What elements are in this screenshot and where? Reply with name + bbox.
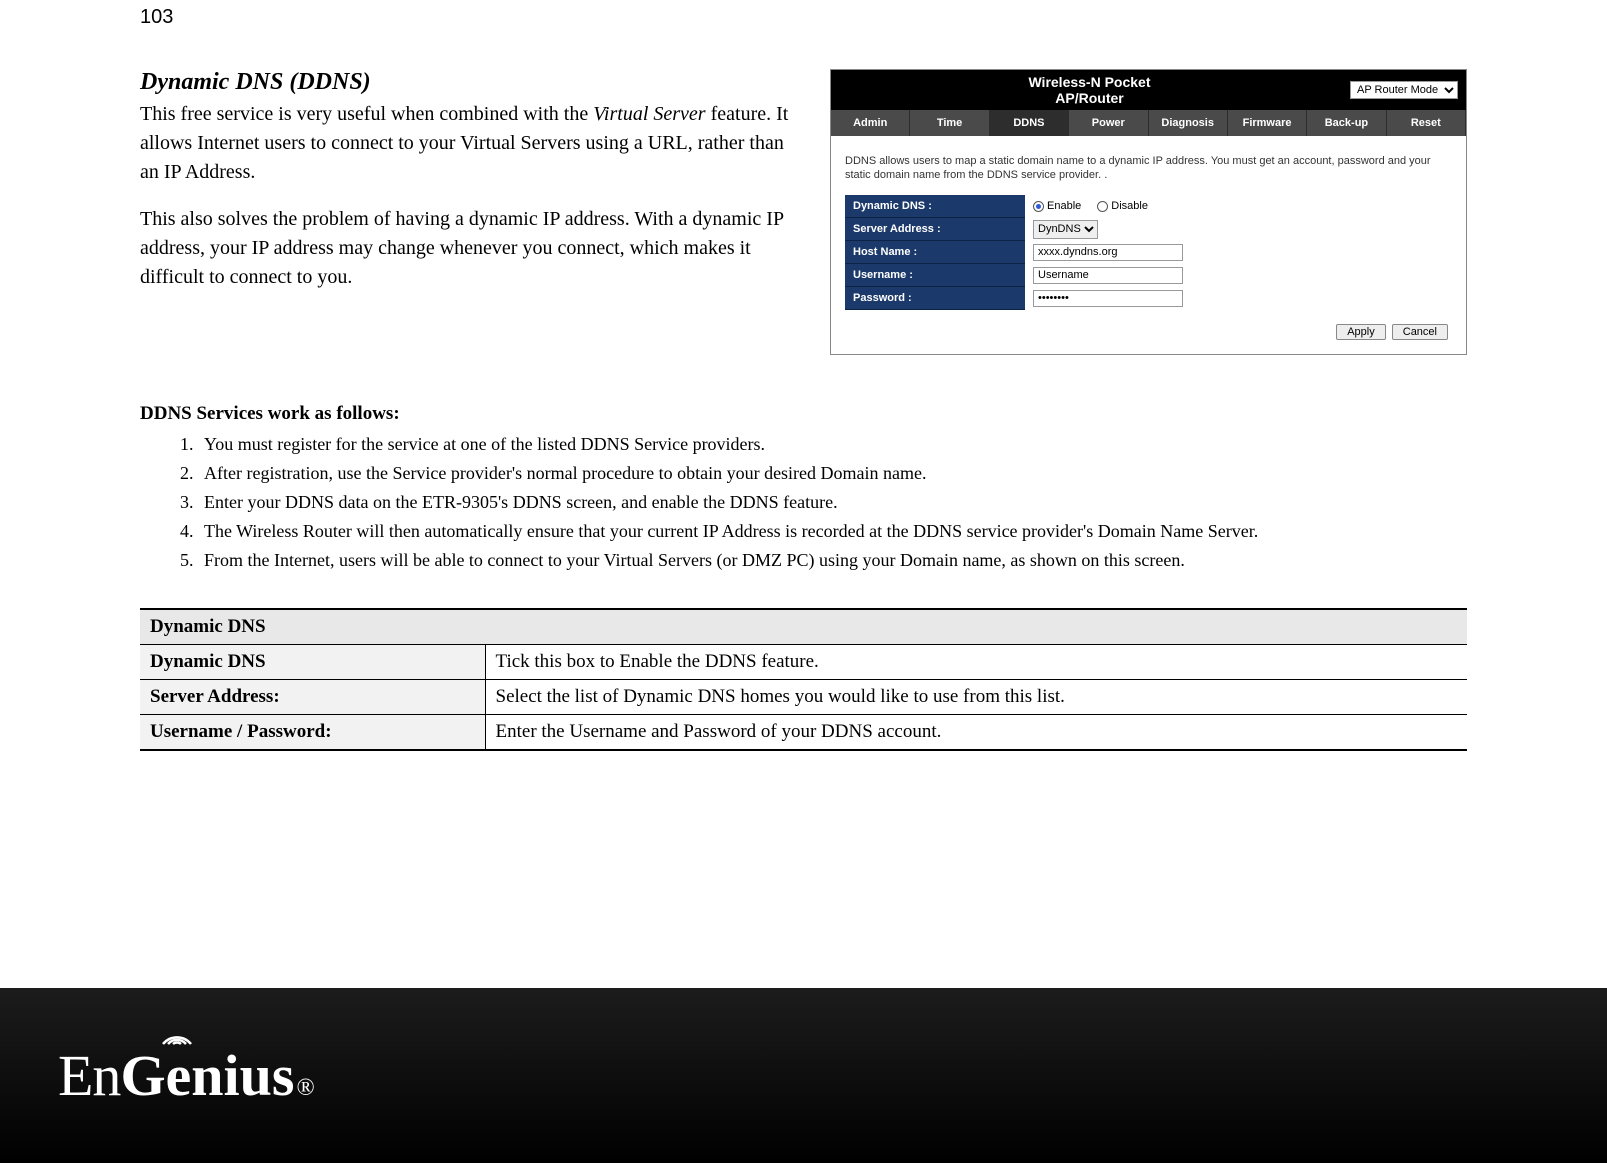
list-item: Enter your DDNS data on the ETR-9305's D… — [198, 489, 1467, 516]
settings-value: Tick this box to Enable the DDNS feature… — [485, 644, 1467, 679]
label-server: Server Address : — [845, 218, 1025, 241]
cancel-button[interactable]: Cancel — [1392, 324, 1448, 340]
router-title: Wireless-N Pocket AP/Router — [1009, 74, 1169, 106]
radio-enable-label: Enable — [1047, 200, 1081, 212]
router-desc: DDNS allows users to map a static domain… — [845, 154, 1452, 183]
row-ddns: Dynamic DNS : Enable Disable — [845, 195, 1452, 218]
apply-button[interactable]: Apply — [1336, 324, 1386, 340]
tab-time[interactable]: Time — [910, 110, 989, 136]
brand-gen: Genius — [120, 1042, 294, 1109]
row-host: Host Name : — [845, 241, 1452, 264]
list-item: From the Internet, users will be able to… — [198, 547, 1467, 574]
radio-dot-icon — [1097, 201, 1108, 212]
label-host: Host Name : — [845, 241, 1025, 264]
footer: EnGenius ® — [0, 988, 1607, 1163]
mode-select[interactable]: AP Router Mode — [1350, 81, 1458, 99]
row-server: Server Address : DynDNS — [845, 218, 1452, 241]
settings-key: Dynamic DNS — [140, 644, 485, 679]
list-item: After registration, use the Service prov… — [198, 460, 1467, 487]
intro-para-2: This also solves the problem of having a… — [140, 205, 800, 292]
label-ddns: Dynamic DNS : — [845, 195, 1025, 218]
wifi-icon — [157, 1024, 197, 1048]
tab-reset[interactable]: Reset — [1387, 110, 1466, 136]
intro-1a: This free service is very useful when co… — [140, 103, 593, 125]
radio-enable[interactable]: Enable — [1033, 200, 1081, 212]
steps-list: You must register for the service at one… — [140, 431, 1467, 574]
username-input[interactable] — [1033, 267, 1183, 284]
brand-en: En — [58, 1042, 120, 1109]
intro-1-italic: Virtual Server — [593, 103, 705, 125]
host-input[interactable] — [1033, 244, 1183, 261]
radio-dot-icon — [1033, 201, 1044, 212]
settings-key: Username / Password: — [140, 714, 485, 750]
password-input[interactable] — [1033, 290, 1183, 307]
section-title: Dynamic DNS (DDNS) — [140, 69, 800, 96]
settings-key: Server Address: — [140, 679, 485, 714]
radio-disable[interactable]: Disable — [1097, 200, 1148, 212]
tab-backup[interactable]: Back-up — [1307, 110, 1386, 136]
list-item: The Wireless Router will then automatica… — [198, 518, 1467, 545]
settings-header: Dynamic DNS — [140, 609, 1467, 645]
settings-value: Enter the Username and Password of your … — [485, 714, 1467, 750]
router-header: Wireless-N Pocket AP/Router AP Router Mo… — [831, 70, 1466, 110]
brand-logo: EnGenius ® — [58, 1042, 315, 1109]
router-buttons: Apply Cancel — [845, 310, 1452, 344]
router-tabs: Admin Time DDNS Power Diagnosis Firmware… — [831, 110, 1466, 136]
tab-diagnosis[interactable]: Diagnosis — [1149, 110, 1228, 136]
radio-disable-label: Disable — [1111, 200, 1148, 212]
row-username: Username : — [845, 264, 1452, 287]
tab-admin[interactable]: Admin — [831, 110, 910, 136]
settings-table: Dynamic DNS Dynamic DNS Tick this box to… — [140, 608, 1467, 751]
tab-firmware[interactable]: Firmware — [1228, 110, 1307, 136]
label-password: Password : — [845, 287, 1025, 310]
router-screenshot: Wireless-N Pocket AP/Router AP Router Mo… — [830, 69, 1467, 355]
registered-icon: ® — [297, 1075, 315, 1102]
row-password: Password : — [845, 287, 1452, 310]
label-username: Username : — [845, 264, 1025, 287]
server-select[interactable]: DynDNS — [1033, 220, 1098, 239]
intro-para-1: This free service is very useful when co… — [140, 100, 800, 187]
settings-value: Select the list of Dynamic DNS homes you… — [485, 679, 1467, 714]
list-item: You must register for the service at one… — [198, 431, 1467, 458]
steps-heading: DDNS Services work as follows: — [140, 403, 1467, 425]
router-body: DDNS allows users to map a static domain… — [831, 136, 1466, 354]
tab-ddns[interactable]: DDNS — [990, 110, 1069, 136]
page-number: 103 — [140, 6, 1467, 29]
tab-power[interactable]: Power — [1069, 110, 1148, 136]
